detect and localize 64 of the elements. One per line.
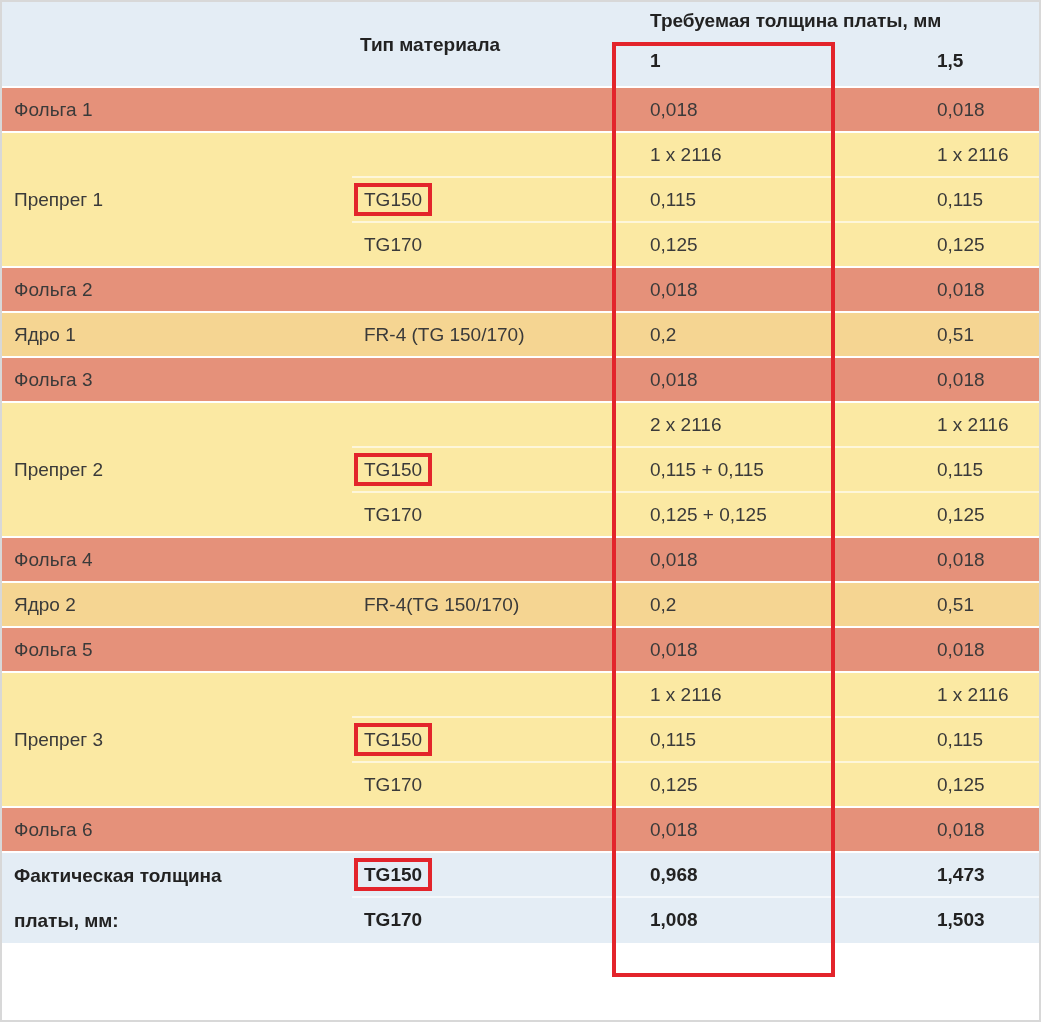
thickness-value: 1 x 2116 bbox=[650, 143, 722, 165]
material-type: FR-4(TG 150/170) bbox=[363, 592, 521, 617]
thickness-value: 0,125 bbox=[937, 773, 985, 795]
thickness-value: 1 x 2116 bbox=[650, 683, 722, 705]
layer-name: Фольга 3 bbox=[14, 368, 93, 391]
column-header: Требуемая толщина платы, мм bbox=[649, 9, 943, 33]
layer-name: Фольга 4 bbox=[14, 548, 93, 571]
thickness-value: 1,473 bbox=[937, 863, 985, 885]
thickness-value: 0,968 bbox=[650, 863, 698, 885]
layer-name: Препрег 2 bbox=[14, 458, 103, 481]
thickness-value: 0,115 + 0,115 bbox=[650, 458, 764, 480]
thickness-value: 0,115 bbox=[937, 458, 984, 480]
material-type: TG150 bbox=[354, 722, 433, 756]
thickness-value: 0,125 bbox=[650, 773, 698, 795]
thickness-value: 0,115 bbox=[650, 728, 697, 750]
layer-name: Фольга 1 bbox=[14, 98, 93, 121]
thickness-value: 0,018 bbox=[650, 638, 698, 660]
layer-name: Препрег 3 bbox=[14, 728, 103, 751]
thickness-value: 0,018 bbox=[937, 278, 985, 300]
thickness-value: 0,018 bbox=[650, 98, 698, 120]
thickness-value: 0,125 + 0,125 bbox=[650, 503, 767, 525]
material-type: TG170 bbox=[363, 907, 424, 932]
thickness-value: 0,018 bbox=[650, 818, 698, 840]
thickness-value: 0,115 bbox=[650, 188, 697, 210]
thickness-value: 0,018 bbox=[650, 368, 698, 390]
layer-name: Фольга 2 bbox=[14, 278, 93, 301]
thickness-value: 0,2 bbox=[650, 593, 677, 615]
layer-name: Ядро 2 bbox=[14, 593, 76, 616]
thickness-value: 0,018 bbox=[937, 98, 985, 120]
thickness-value: 0,115 bbox=[937, 728, 984, 750]
column-header: 1,5 bbox=[937, 50, 964, 71]
material-type: TG170 bbox=[363, 772, 424, 797]
layer-name: Препрег 1 bbox=[14, 188, 103, 211]
layer-name: Фактическая толщина платы, мм: bbox=[14, 864, 223, 933]
thickness-value: 0,018 bbox=[937, 368, 985, 390]
thickness-value: 1 x 2116 bbox=[937, 413, 1009, 435]
thickness-value: 0,018 bbox=[937, 548, 985, 570]
material-type: TG150 bbox=[354, 452, 433, 486]
column-header: Тип материала bbox=[360, 34, 501, 55]
thickness-value: 0,115 bbox=[937, 188, 984, 210]
column-header: 1 bbox=[650, 50, 661, 71]
material-type: FR-4 (TG 150/170) bbox=[363, 322, 526, 347]
thickness-value: 0,018 bbox=[650, 278, 698, 300]
thickness-value: 0,125 bbox=[650, 233, 698, 255]
thickness-value: 0,018 bbox=[937, 818, 985, 840]
thickness-value: 1 x 2116 bbox=[937, 143, 1009, 165]
thickness-value: 1 x 2116 bbox=[937, 683, 1009, 705]
thickness-value: 0,125 bbox=[937, 233, 985, 255]
thickness-value: 0,51 bbox=[937, 323, 974, 345]
material-type: TG170 bbox=[363, 502, 424, 527]
thickness-value: 1,008 bbox=[650, 908, 698, 930]
layer-name: Фольга 6 bbox=[14, 818, 93, 841]
thickness-value: 0,018 bbox=[937, 638, 985, 660]
thickness-value: 0,018 bbox=[650, 548, 698, 570]
layer-name: Фольга 5 bbox=[14, 638, 93, 661]
material-type: TG150 bbox=[354, 857, 433, 891]
material-type: TG170 bbox=[363, 232, 424, 257]
material-type: TG150 bbox=[354, 182, 433, 216]
thickness-value: 1,503 bbox=[937, 908, 985, 930]
thickness-value: 0,125 bbox=[937, 503, 985, 525]
thickness-value: 2 x 2116 bbox=[650, 413, 722, 435]
thickness-value: 0,2 bbox=[650, 323, 677, 345]
thickness-value: 0,51 bbox=[937, 593, 974, 615]
layer-name: Ядро 1 bbox=[14, 323, 76, 346]
